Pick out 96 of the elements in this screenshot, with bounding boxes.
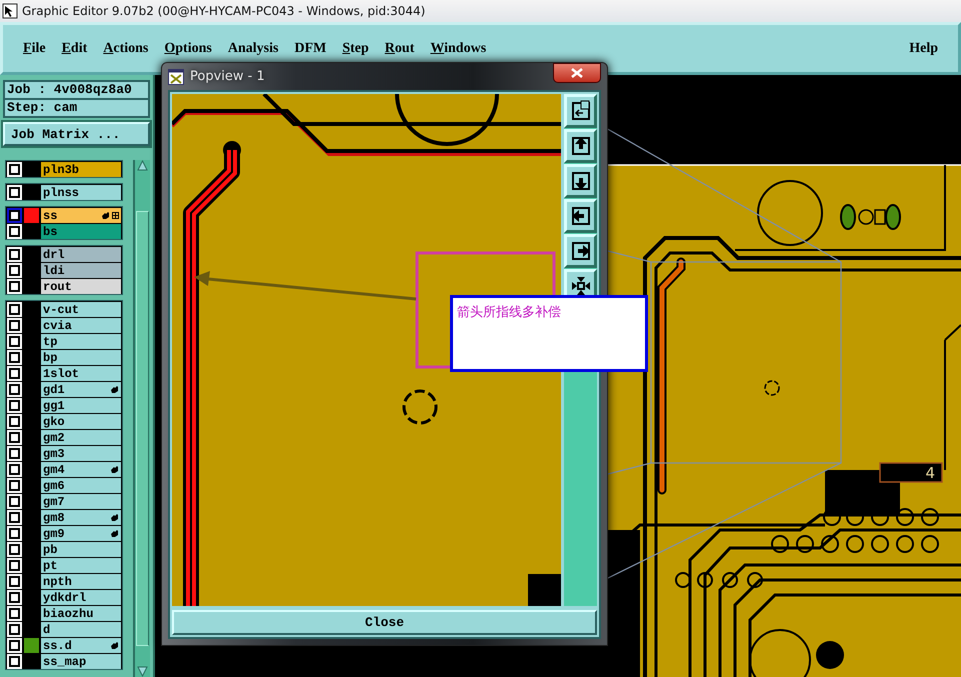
job-label: Job : 4v008qz8a0 [5, 82, 148, 100]
layer-name-field[interactable]: rout [41, 279, 121, 294]
layer-name-field[interactable]: drl [41, 247, 121, 262]
layer-name: gd1 [43, 382, 66, 396]
layer-name: gg1 [43, 398, 66, 412]
scroll-down-icon[interactable] [137, 666, 148, 677]
layer-name: ldi [43, 264, 66, 278]
layer-name: gm4 [43, 462, 66, 476]
menu-item[interactable]: Analysis [220, 40, 286, 56]
layer-name-field[interactable]: ydkdrl [41, 590, 121, 605]
layer-name: biaozhu [43, 606, 94, 620]
layer-name: gm7 [43, 494, 66, 508]
layer-name-field[interactable]: plnss [41, 185, 121, 200]
layer-name: v-cut [43, 302, 80, 316]
layer-name-field[interactable]: tp [41, 334, 121, 349]
menu-item[interactable]: Windows [422, 40, 494, 56]
layer-name: drl [43, 248, 66, 262]
menu-item[interactable]: Edit [54, 40, 96, 56]
layer-toggle[interactable] [7, 208, 22, 223]
layer-name: npth [43, 574, 73, 588]
layer-name-field[interactable]: bs [41, 224, 121, 239]
layer-name-field[interactable]: v-cut [41, 302, 121, 317]
step-label: Step: cam [6, 100, 78, 116]
smd-pads-drawing [840, 204, 901, 230]
popview-canvas[interactable] [172, 94, 561, 606]
window-title: Graphic Editor 9.07b2 (00@HY-HYCAM-PC043 - Windows, pid:3044) [22, 4, 426, 18]
toolbar-button[interactable] [564, 129, 597, 163]
layer-name-field[interactable]: cvia [41, 318, 121, 333]
layer-name-field[interactable]: gko [41, 414, 121, 429]
layer-name-field[interactable]: gg1 [41, 398, 121, 413]
layer-name: d [43, 622, 52, 636]
layer-name-field[interactable]: biaozhu [41, 606, 121, 621]
layer-name: rout [43, 280, 73, 294]
job-matrix-button[interactable]: Job Matrix ... [3, 122, 150, 146]
layer-name-field[interactable]: gd1 [41, 382, 121, 397]
layer-name-field[interactable]: d [41, 622, 121, 637]
layer-name-field[interactable]: gm4 [41, 462, 121, 477]
copper-block [528, 574, 561, 606]
scrollbar[interactable] [133, 160, 150, 677]
scroll-up-icon[interactable] [137, 160, 148, 171]
layer-name: 1slot [43, 366, 80, 380]
menu-item[interactable]: Options [156, 40, 220, 56]
layer-name-field[interactable]: 1slot [41, 366, 121, 381]
layer-name: pt [43, 558, 58, 572]
component-label: 4 [879, 462, 943, 483]
layer-name-field[interactable]: ldi [41, 263, 121, 278]
layer-name-field[interactable]: pb [41, 542, 121, 557]
layer-name-field[interactable]: pt [41, 558, 121, 573]
layer-name: ss.d [43, 638, 73, 652]
layer-name-field[interactable]: gm9 [41, 526, 121, 541]
toolbar-button[interactable] [564, 94, 597, 128]
popview-title: Popview - 1 [190, 69, 266, 84]
layer-name: plnss [43, 186, 80, 200]
layer-name: ydkdrl [43, 590, 88, 604]
menu-item[interactable]: Rout [376, 40, 422, 56]
layer-name: pln3b [43, 162, 80, 176]
toolbar-button[interactable] [564, 234, 597, 268]
window-icon [168, 68, 184, 84]
close-window-button[interactable] [553, 62, 601, 82]
layer-name: gm2 [43, 430, 66, 444]
layer-name: gm3 [43, 446, 66, 460]
layer-name-field[interactable]: ss_map [41, 654, 121, 669]
help-menu[interactable]: Help [901, 40, 946, 56]
close-icon [571, 68, 583, 78]
layer-name-field[interactable]: npth [41, 574, 121, 589]
close-button[interactable]: Close [172, 610, 597, 635]
layer-name: gko [43, 414, 66, 428]
layer-name-field[interactable]: pln3b [41, 162, 121, 177]
layer-name-field[interactable]: gm7 [41, 494, 121, 509]
layer-name-field[interactable]: gm8 [41, 510, 121, 525]
layer-name: pb [43, 542, 58, 556]
toolbar-button[interactable] [564, 199, 597, 233]
layer-name-field[interactable]: bp [41, 350, 121, 365]
layer-name: ss [43, 208, 58, 222]
layer-name-field[interactable]: gm2 [41, 430, 121, 445]
layer-name-field[interactable]: gm3 [41, 446, 121, 461]
menu-item[interactable]: File [15, 40, 54, 56]
layer-name: gm8 [43, 510, 66, 524]
layer-name: gm9 [43, 526, 66, 540]
layer-name-field[interactable]: ss [41, 208, 121, 223]
scroll-thumb[interactable] [136, 211, 149, 646]
layer-name: bs [43, 224, 58, 238]
layer-name: tp [43, 334, 58, 348]
cursor-window-icon [2, 3, 18, 19]
layer-name-field[interactable]: ss.d [41, 638, 121, 653]
annotation-text: 箭头所指线多补偿 [457, 305, 561, 320]
layer-name: ss_map [43, 654, 88, 668]
layer-name: bp [43, 350, 58, 364]
layer-name-field[interactable]: gm6 [41, 478, 121, 493]
menu-item[interactable]: DFM [286, 40, 334, 56]
dashed-circle [402, 390, 438, 424]
toolbar-button[interactable] [564, 164, 597, 198]
menu-item[interactable]: Actions [95, 40, 156, 56]
layer-name: cvia [43, 318, 73, 332]
layer-name: gm6 [43, 478, 66, 492]
menu-item[interactable]: Step [334, 40, 377, 56]
